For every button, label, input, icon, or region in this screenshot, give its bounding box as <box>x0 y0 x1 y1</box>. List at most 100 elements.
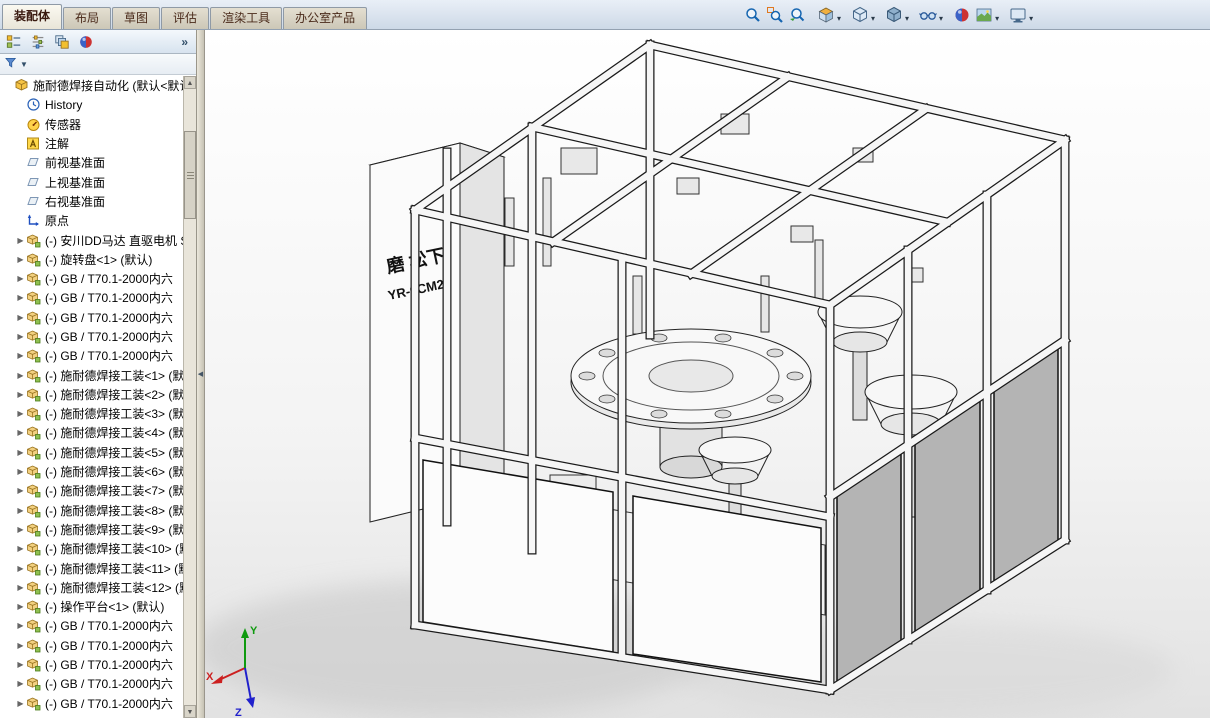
tree-item[interactable]: ▶ (-) GB / T70.1-2000内六 <box>0 616 183 635</box>
expand-arrow[interactable]: ▶ <box>15 236 26 245</box>
expand-arrow[interactable]: ▶ <box>15 332 26 341</box>
tree-item[interactable]: ▶ (-) 施耐德焊接工装<12> (默 <box>0 578 183 597</box>
apply-scene-button[interactable] <box>973 4 995 26</box>
commandmanager-tab[interactable]: 办公室产品 <box>283 7 368 29</box>
filter-dropdown-caret[interactable]: ▼ <box>20 60 28 69</box>
component-icon <box>26 445 41 460</box>
commandmanager-tab[interactable]: 布局 <box>63 7 112 29</box>
tree-item[interactable]: ▶ (-) 操作平台<1> (默认) <box>0 597 183 616</box>
scroll-up-button[interactable]: ▲ <box>184 76 196 89</box>
propertymanager-tab[interactable] <box>28 32 48 52</box>
tree-item[interactable]: ▶ (-) GB / T70.1-2000内六 <box>0 269 183 288</box>
tree-item[interactable]: 传感器 <box>0 115 183 134</box>
tree-item[interactable]: History <box>0 95 183 114</box>
tree-item[interactable]: ▶ (-) 施耐德焊接工装<4> (默 <box>0 423 183 442</box>
tree-item[interactable]: ▶ (-) 施耐德焊接工装<8> (默 <box>0 501 183 520</box>
zoom-area-button[interactable] <box>764 4 786 26</box>
expand-arrow[interactable]: ▶ <box>15 428 26 437</box>
tree-item[interactable]: 前视基准面 <box>0 153 183 172</box>
expand-arrow[interactable]: ▶ <box>15 660 26 669</box>
tree-item[interactable]: ▶ (-) GB / T70.1-2000内六 <box>0 327 183 346</box>
expand-arrow[interactable]: ▶ <box>15 371 26 380</box>
expand-arrow[interactable]: ▶ <box>15 467 26 476</box>
heads-up-view-toolbar: ▾ ▾ ▾ ▾ ▾ ▾ <box>742 4 1034 26</box>
view-orientation-button[interactable] <box>849 4 871 26</box>
expand-arrow[interactable]: ▶ <box>15 313 26 322</box>
tree-item[interactable]: ▶ (-) 施耐德焊接工装<5> (默 <box>0 443 183 462</box>
tree-item[interactable]: ▶ (-) GB / T70.1-2000内六 <box>0 636 183 655</box>
tree-item[interactable]: ▶ (-) 施耐德焊接工装<7> (默 <box>0 481 183 500</box>
expand-arrow[interactable]: ▶ <box>15 390 26 399</box>
hide-show-items-button[interactable] <box>917 4 939 26</box>
graphics-area[interactable]: 磨 松下 YR-0CM2 <box>205 30 1210 718</box>
feature-filter-row[interactable]: ▼ <box>0 54 196 75</box>
tree-item[interactable]: ▶ (-) 旋转盘<1> (默认) <box>0 250 183 269</box>
tree-item[interactable]: ▶ (-) 施耐德焊接工装<3> (默 <box>0 404 183 423</box>
tree-item[interactable]: ▶ (-) GB / T70.1-2000内六 <box>0 694 183 713</box>
tree-item[interactable]: ▶ (-) 施耐德焊接工装<2> (默 <box>0 385 183 404</box>
expand-arrow[interactable]: ▶ <box>15 255 26 264</box>
commandmanager-tab[interactable]: 装配体 <box>2 4 63 29</box>
tree-item[interactable]: ▶ (-) GB / T70.1-2000内六 <box>0 655 183 674</box>
expand-arrow[interactable]: ▶ <box>15 679 26 688</box>
expand-arrow[interactable]: ▶ <box>15 486 26 495</box>
expand-arrow[interactable]: ▶ <box>15 544 26 553</box>
panel-splitter[interactable]: ◀ <box>197 30 205 718</box>
expand-arrow[interactable]: ▶ <box>15 525 26 534</box>
dropdown-caret[interactable]: ▾ <box>939 14 943 23</box>
tree-item[interactable]: ▶ (-) 施耐德焊接工装<10> (默 <box>0 539 183 558</box>
display-style-button[interactable] <box>883 4 905 26</box>
expand-arrow[interactable]: ▶ <box>15 351 26 360</box>
expand-arrow[interactable]: ▶ <box>15 274 26 283</box>
dropdown-caret[interactable]: ▾ <box>837 14 841 23</box>
tree-item-label: 上视基准面 <box>45 175 106 190</box>
expand-arrow[interactable]: ▶ <box>15 506 26 515</box>
expand-arrow[interactable]: ▶ <box>15 448 26 457</box>
featuremanager-tree-tab[interactable] <box>4 32 24 52</box>
tree-item[interactable]: 原点 <box>0 211 183 230</box>
expand-arrow[interactable]: ▶ <box>15 602 26 611</box>
appearance-manager-tab[interactable] <box>76 32 96 52</box>
filter-funnel-icon[interactable] <box>4 56 18 73</box>
tree-item[interactable]: 注解 <box>0 134 183 153</box>
dropdown-caret[interactable]: ▾ <box>905 14 909 23</box>
3d-model-canvas[interactable]: 磨 松下 YR-0CM2 <box>205 30 1210 718</box>
dropdown-caret[interactable]: ▾ <box>1029 14 1033 23</box>
configurationmanager-tab[interactable] <box>52 32 72 52</box>
view-settings-button[interactable] <box>1007 4 1029 26</box>
tree-item[interactable]: 上视基准面 <box>0 172 183 191</box>
section-view-button[interactable] <box>815 4 837 26</box>
expand-arrow[interactable]: ▶ <box>15 583 26 592</box>
tree-item[interactable]: ▶ (-) GB / T70.1-2000内六 <box>0 288 183 307</box>
dropdown-caret[interactable]: ▾ <box>995 14 999 23</box>
expand-arrow[interactable]: ▶ <box>15 641 26 650</box>
expand-arrow[interactable]: ▶ <box>15 293 26 302</box>
tree-item[interactable]: ▶ (-) GB / T70.1-2000内六 <box>0 346 183 365</box>
scroll-down-button[interactable]: ▼ <box>184 705 196 718</box>
tree-item[interactable]: ▶ (-) 安川DD马达 直驱电机 S <box>0 230 183 249</box>
tree-item[interactable]: 施耐德焊接自动化 (默认<默认 <box>0 76 183 95</box>
zoom-fit-button[interactable] <box>742 4 764 26</box>
commandmanager-tab[interactable]: 评估 <box>161 7 210 29</box>
collapse-panel-arrow[interactable]: ◀ <box>198 370 203 378</box>
commandmanager-tab[interactable]: 草图 <box>112 7 161 29</box>
panel-overflow-button[interactable]: » <box>177 35 192 49</box>
edit-appearance-button[interactable] <box>951 4 973 26</box>
tree-item[interactable]: ▶ (-) 施耐德焊接工装<11> (默 <box>0 558 183 577</box>
dropdown-caret[interactable]: ▾ <box>871 14 875 23</box>
commandmanager-tab[interactable]: 渲染工具 <box>210 7 283 29</box>
expand-arrow[interactable]: ▶ <box>15 621 26 630</box>
scrollbar-thumb[interactable] <box>184 131 196 219</box>
tree-scrollbar[interactable]: ▲ ▼ <box>183 76 196 718</box>
tree-item[interactable]: ▶ (-) GB / T70.1-2000内六 <box>0 674 183 693</box>
component-icon <box>26 503 41 518</box>
zoom-previous-button[interactable] <box>786 4 808 26</box>
tree-item[interactable]: ▶ (-) 施耐德焊接工装<9> (默 <box>0 520 183 539</box>
expand-arrow[interactable]: ▶ <box>15 564 26 573</box>
tree-item[interactable]: ▶ (-) 施耐德焊接工装<1> (默 <box>0 365 183 384</box>
expand-arrow[interactable]: ▶ <box>15 409 26 418</box>
tree-item[interactable]: ▶ (-) 施耐德焊接工装<6> (默 <box>0 462 183 481</box>
expand-arrow[interactable]: ▶ <box>15 699 26 708</box>
tree-item[interactable]: ▶ (-) GB / T70.1-2000内六 <box>0 308 183 327</box>
tree-item[interactable]: 右视基准面 <box>0 192 183 211</box>
